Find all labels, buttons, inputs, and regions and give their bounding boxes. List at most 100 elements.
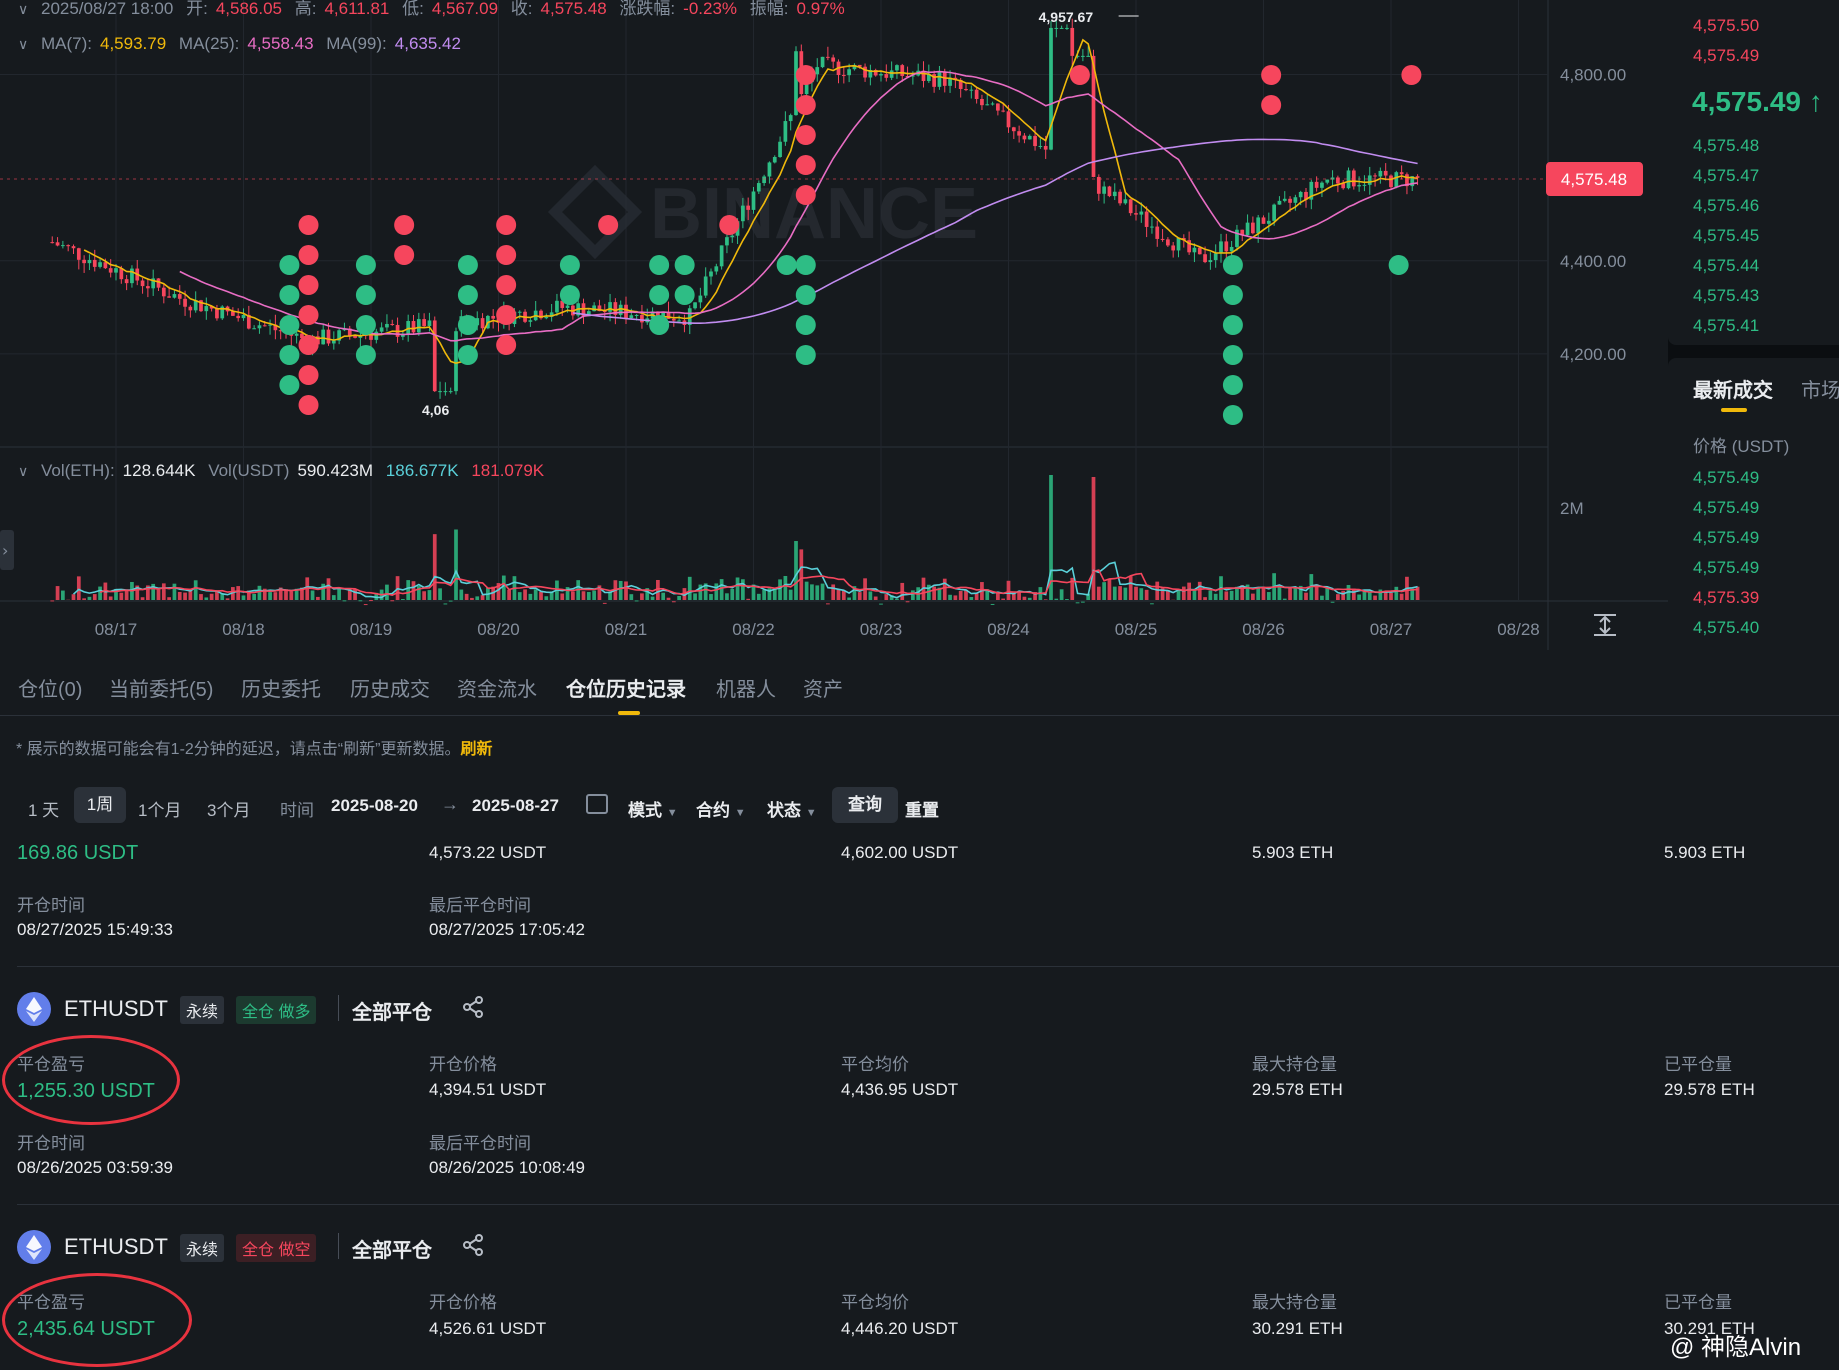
kline-chart[interactable]: 08/17 08/18 08/19 08/20 08/21 08/22 08/23 08/24… xyxy=(0,0,1668,655)
sell-marker[interactable] xyxy=(719,215,740,235)
bid-row[interactable]: 4,575.44 xyxy=(1693,256,1759,276)
sell-marker[interactable] xyxy=(1069,65,1090,85)
sell-marker[interactable] xyxy=(496,275,517,295)
chevron-down-icon[interactable]: ∨ xyxy=(18,36,28,52)
fit-scale-icon[interactable] xyxy=(1594,614,1616,636)
calendar-icon[interactable] xyxy=(586,794,608,814)
sell-marker[interactable] xyxy=(496,335,517,355)
tab-assets[interactable]: 资产 xyxy=(803,673,843,702)
tab-funding[interactable]: 资金流水 xyxy=(457,673,537,702)
bid-row[interactable]: 4,575.46 xyxy=(1693,196,1759,216)
buy-marker[interactable] xyxy=(649,315,670,335)
share-icon[interactable] xyxy=(462,1233,484,1262)
buy-marker[interactable] xyxy=(457,285,478,305)
tab-recent-trades[interactable]: 最新成交 xyxy=(1693,374,1773,403)
sell-marker[interactable] xyxy=(496,305,517,325)
sell-marker[interactable] xyxy=(298,395,319,415)
tab-open-orders[interactable]: 当前委托(5) xyxy=(109,673,213,702)
range-1m[interactable]: 1个月 xyxy=(138,796,181,821)
tab-bots[interactable]: 机器人 xyxy=(716,673,776,702)
mode-select[interactable]: 模式 ▼ xyxy=(628,796,678,821)
record2-symbol[interactable]: ETHUSDT xyxy=(64,1234,168,1260)
buy-marker[interactable] xyxy=(1222,405,1243,425)
sell-marker[interactable] xyxy=(1401,65,1422,85)
bid-row[interactable]: 4,575.41 xyxy=(1693,316,1759,336)
sell-marker[interactable] xyxy=(298,305,319,325)
sell-marker[interactable] xyxy=(795,185,816,205)
buy-marker[interactable] xyxy=(279,345,300,365)
query-button[interactable]: 查询 xyxy=(832,787,898,823)
buy-marker[interactable] xyxy=(1388,255,1409,275)
sell-marker[interactable] xyxy=(298,275,319,295)
sell-marker[interactable] xyxy=(1261,65,1282,85)
refresh-link[interactable]: 刷新 xyxy=(460,741,492,758)
sell-marker[interactable] xyxy=(795,155,816,175)
chevron-down-icon[interactable]: ∨ xyxy=(18,1,28,17)
buy-marker[interactable] xyxy=(279,315,300,335)
orderbook-last-price[interactable]: 4,575.49 ↑ xyxy=(1692,86,1823,118)
sell-marker[interactable] xyxy=(1261,95,1282,115)
share-icon[interactable] xyxy=(462,995,484,1024)
buy-marker[interactable] xyxy=(279,375,300,395)
ask-row[interactable]: 4,575.50 xyxy=(1693,16,1759,36)
buy-marker[interactable] xyxy=(355,285,376,305)
range-1d[interactable]: 1 天 xyxy=(28,796,59,821)
buy-marker[interactable] xyxy=(649,255,670,275)
tab-positions[interactable]: 仓位(0) xyxy=(18,673,82,702)
buy-marker[interactable] xyxy=(1222,375,1243,395)
buy-marker[interactable] xyxy=(355,255,376,275)
buy-marker[interactable] xyxy=(795,255,816,275)
range-3m[interactable]: 3个月 xyxy=(207,796,250,821)
sell-marker[interactable] xyxy=(394,215,415,235)
sell-marker[interactable] xyxy=(598,215,619,235)
range-1w[interactable]: 1周 xyxy=(74,787,126,823)
sell-marker[interactable] xyxy=(496,215,517,235)
buy-marker[interactable] xyxy=(674,285,695,305)
bid-row[interactable]: 4,575.43 xyxy=(1693,286,1759,306)
sell-marker[interactable] xyxy=(298,215,319,235)
sell-marker[interactable] xyxy=(496,245,517,265)
tab-position-history[interactable]: 仓位历史记录 xyxy=(566,673,686,702)
buy-marker[interactable] xyxy=(649,285,670,305)
record1-symbol[interactable]: ETHUSDT xyxy=(64,996,168,1022)
buy-marker[interactable] xyxy=(795,285,816,305)
sell-marker[interactable] xyxy=(795,95,816,115)
buy-marker[interactable] xyxy=(559,285,580,305)
buy-marker[interactable] xyxy=(1222,345,1243,365)
end-date-input[interactable]: 2025-08-27 xyxy=(472,796,559,816)
bid-row[interactable]: 4,575.45 xyxy=(1693,226,1759,246)
tab-order-history[interactable]: 历史委托 xyxy=(241,673,321,702)
buy-marker[interactable] xyxy=(559,255,580,275)
sell-marker[interactable] xyxy=(298,365,319,385)
contract-select[interactable]: 合约 ▼ xyxy=(696,796,746,821)
status-select[interactable]: 状态 ▼ xyxy=(767,796,817,821)
sell-marker[interactable] xyxy=(394,245,415,265)
chevron-down-icon[interactable]: ∨ xyxy=(18,463,28,479)
buy-marker[interactable] xyxy=(1222,255,1243,275)
buy-marker[interactable] xyxy=(457,255,478,275)
tab-market[interactable]: 市场 xyxy=(1801,374,1839,403)
buy-marker[interactable] xyxy=(355,315,376,335)
buy-marker[interactable] xyxy=(795,345,816,365)
ask-row[interactable]: 4,575.49 xyxy=(1693,46,1759,66)
buy-marker[interactable] xyxy=(355,345,376,365)
sell-marker[interactable] xyxy=(298,245,319,265)
sell-marker[interactable] xyxy=(795,65,816,85)
buy-marker[interactable] xyxy=(457,315,478,335)
buy-marker[interactable] xyxy=(795,315,816,335)
sell-marker[interactable] xyxy=(795,125,816,145)
kline-chart-svg[interactable]: 08/17 08/18 08/19 08/20 08/21 08/22 08/23 08/24… xyxy=(0,0,1668,655)
tab-trade-history[interactable]: 历史成交 xyxy=(350,673,430,702)
bid-row[interactable]: 4,575.48 xyxy=(1693,136,1759,156)
buy-marker[interactable] xyxy=(776,255,797,275)
record1-close-all-button[interactable]: 全部平仓 xyxy=(352,996,432,1025)
record2-close-all-button[interactable]: 全部平仓 xyxy=(352,1234,432,1263)
buy-marker[interactable] xyxy=(1222,315,1243,335)
buy-marker[interactable] xyxy=(674,255,695,275)
sell-marker[interactable] xyxy=(298,335,319,355)
reset-button[interactable]: 重置 xyxy=(905,796,939,821)
buy-marker[interactable] xyxy=(279,255,300,275)
chevron-right-icon[interactable]: › xyxy=(2,541,8,560)
start-date-input[interactable]: 2025-08-20 xyxy=(331,796,418,816)
buy-marker[interactable] xyxy=(279,285,300,305)
